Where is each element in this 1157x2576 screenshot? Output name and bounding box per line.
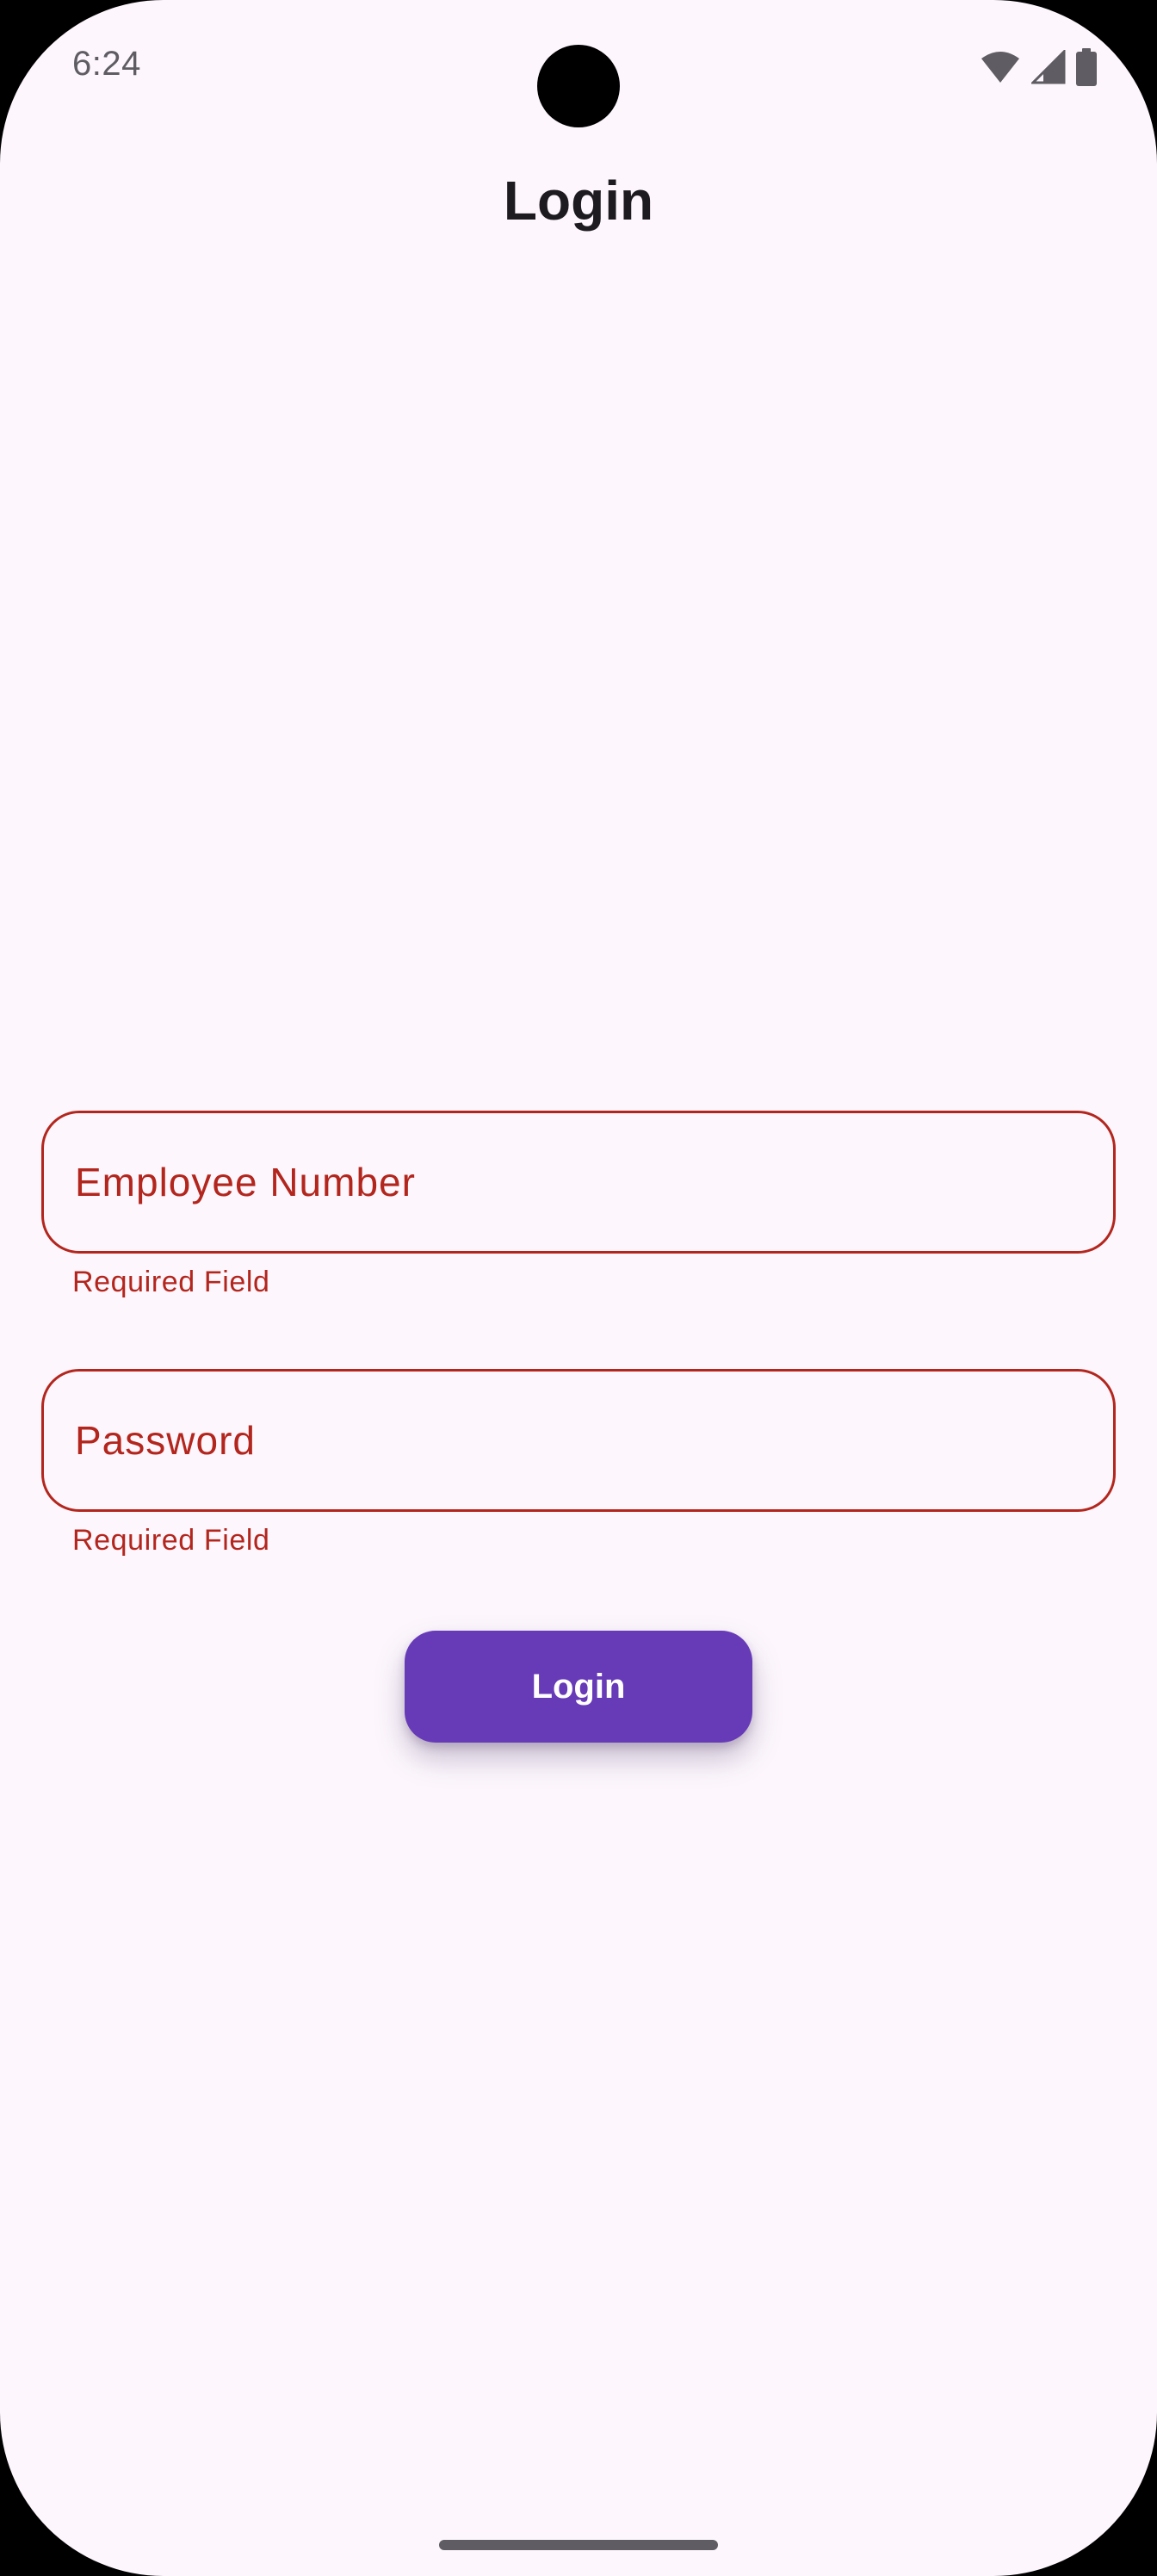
camera-cutout [537, 45, 620, 127]
login-button[interactable]: Login [405, 1631, 752, 1743]
battery-icon [1076, 48, 1097, 86]
employee-number-label: Employee Number [75, 1160, 416, 1204]
password-label: Password [75, 1418, 256, 1463]
signal-icon [1031, 50, 1066, 84]
password-input[interactable]: Password [41, 1369, 1116, 1512]
page-title: Login [503, 170, 654, 232]
wifi-icon [980, 50, 1021, 84]
employee-number-error: Required Field [72, 1266, 270, 1298]
status-time: 6:24 [72, 45, 141, 83]
screen: 6:24 Login Employee Number Required Fiel… [0, 0, 1157, 2576]
password-error: Required Field [72, 1524, 270, 1557]
employee-number-input[interactable]: Employee Number [41, 1111, 1116, 1254]
status-icons [980, 48, 1097, 86]
navigation-handle[interactable] [439, 2540, 718, 2550]
